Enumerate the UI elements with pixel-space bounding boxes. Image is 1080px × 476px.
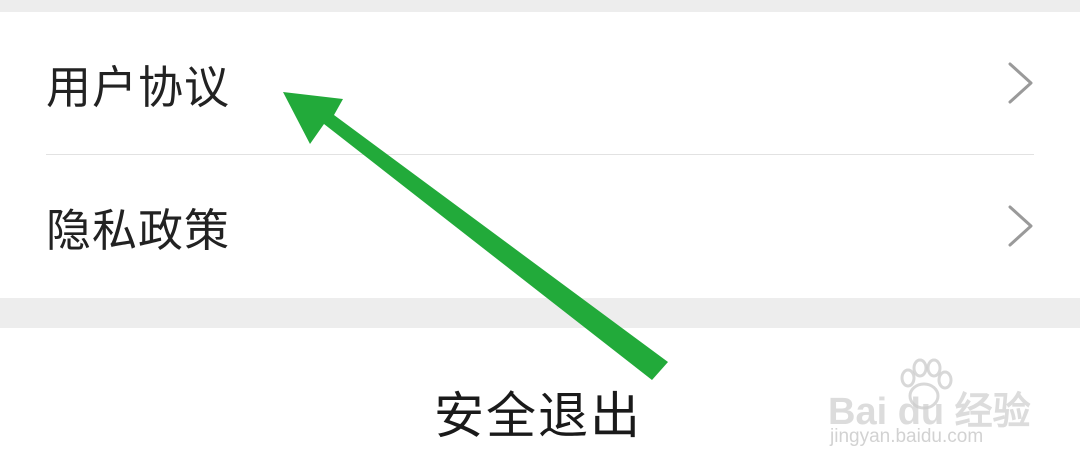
logout-label: 安全退出 (434, 387, 642, 445)
privacy-policy-label: 隐私政策 (46, 203, 231, 257)
user-agreement-row[interactable]: 用户协议 (0, 12, 1080, 154)
logout-panel: 安全退出 (0, 328, 1080, 476)
privacy-policy-row[interactable]: 隐私政策 (0, 155, 1080, 297)
settings-list: 用户协议 隐私政策 (0, 12, 1080, 298)
chevron-right-icon (1008, 62, 1033, 104)
user-agreement-label: 用户协议 (46, 60, 231, 114)
chevron-right-icon (1008, 205, 1033, 247)
logout-button[interactable]: 安全退出 (0, 328, 1080, 476)
